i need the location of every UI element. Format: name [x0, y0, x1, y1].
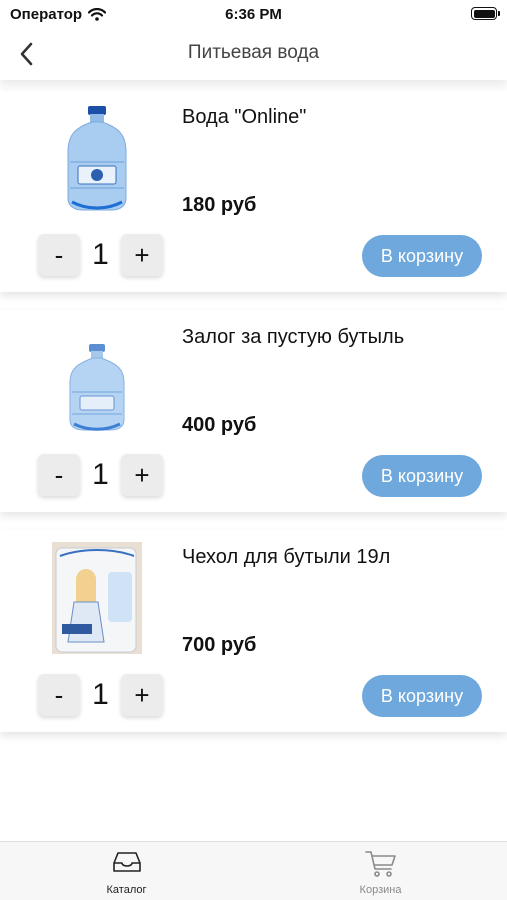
product-price: 400 руб [182, 414, 257, 436]
status-time: 6:36 PM [225, 6, 282, 23]
water-bottle-image [67, 106, 127, 211]
tab-cart[interactable]: Корзина [254, 842, 507, 900]
quantity-value: 1 [92, 678, 109, 711]
add-to-cart-button[interactable]: В корзину [362, 675, 482, 717]
status-bar: Оператор 6:36 PM [0, 0, 507, 30]
increase-quantity-button[interactable]: + [121, 234, 163, 276]
product-name: Залог за пустую бутыль [182, 326, 405, 348]
product-card: Чехол для бутыли 19л 700 руб - 1 + В кор… [0, 530, 507, 732]
increase-quantity-button[interactable]: + [121, 674, 163, 716]
add-to-cart-button[interactable]: В корзину [362, 235, 482, 277]
decrease-quantity-button[interactable]: - [38, 454, 80, 496]
tab-catalog[interactable]: Каталог [0, 842, 253, 900]
tray-icon [112, 852, 141, 872]
decrease-quantity-button[interactable]: - [38, 674, 80, 716]
tab-catalog-label: Каталог [106, 884, 147, 896]
tab-bar: Каталог Корзина [0, 841, 507, 900]
bottle-cover-image [52, 542, 142, 654]
empty-bottle-image [69, 344, 125, 431]
battery-icon [471, 7, 500, 20]
product-price: 700 руб [182, 634, 257, 656]
tab-cart-label: Корзина [359, 884, 402, 896]
product-name: Вода "Online" [182, 106, 307, 128]
add-to-cart-button[interactable]: В корзину [362, 455, 482, 497]
cart-icon [364, 851, 396, 877]
decrease-quantity-button[interactable]: - [38, 234, 80, 276]
increase-quantity-button[interactable]: + [121, 454, 163, 496]
product-price: 180 руб [182, 194, 257, 216]
quantity-value: 1 [92, 458, 109, 491]
quantity-value: 1 [92, 238, 109, 271]
product-name: Чехол для бутыли 19л [182, 546, 391, 568]
navigation-bar: Питьевая вода [0, 30, 507, 80]
product-card: Залог за пустую бутыль 400 руб - 1 + В к… [0, 310, 507, 512]
product-card: Вода "Online" 180 руб - 1 + В корзину [0, 90, 507, 292]
page-title: Питьевая вода [187, 42, 320, 63]
